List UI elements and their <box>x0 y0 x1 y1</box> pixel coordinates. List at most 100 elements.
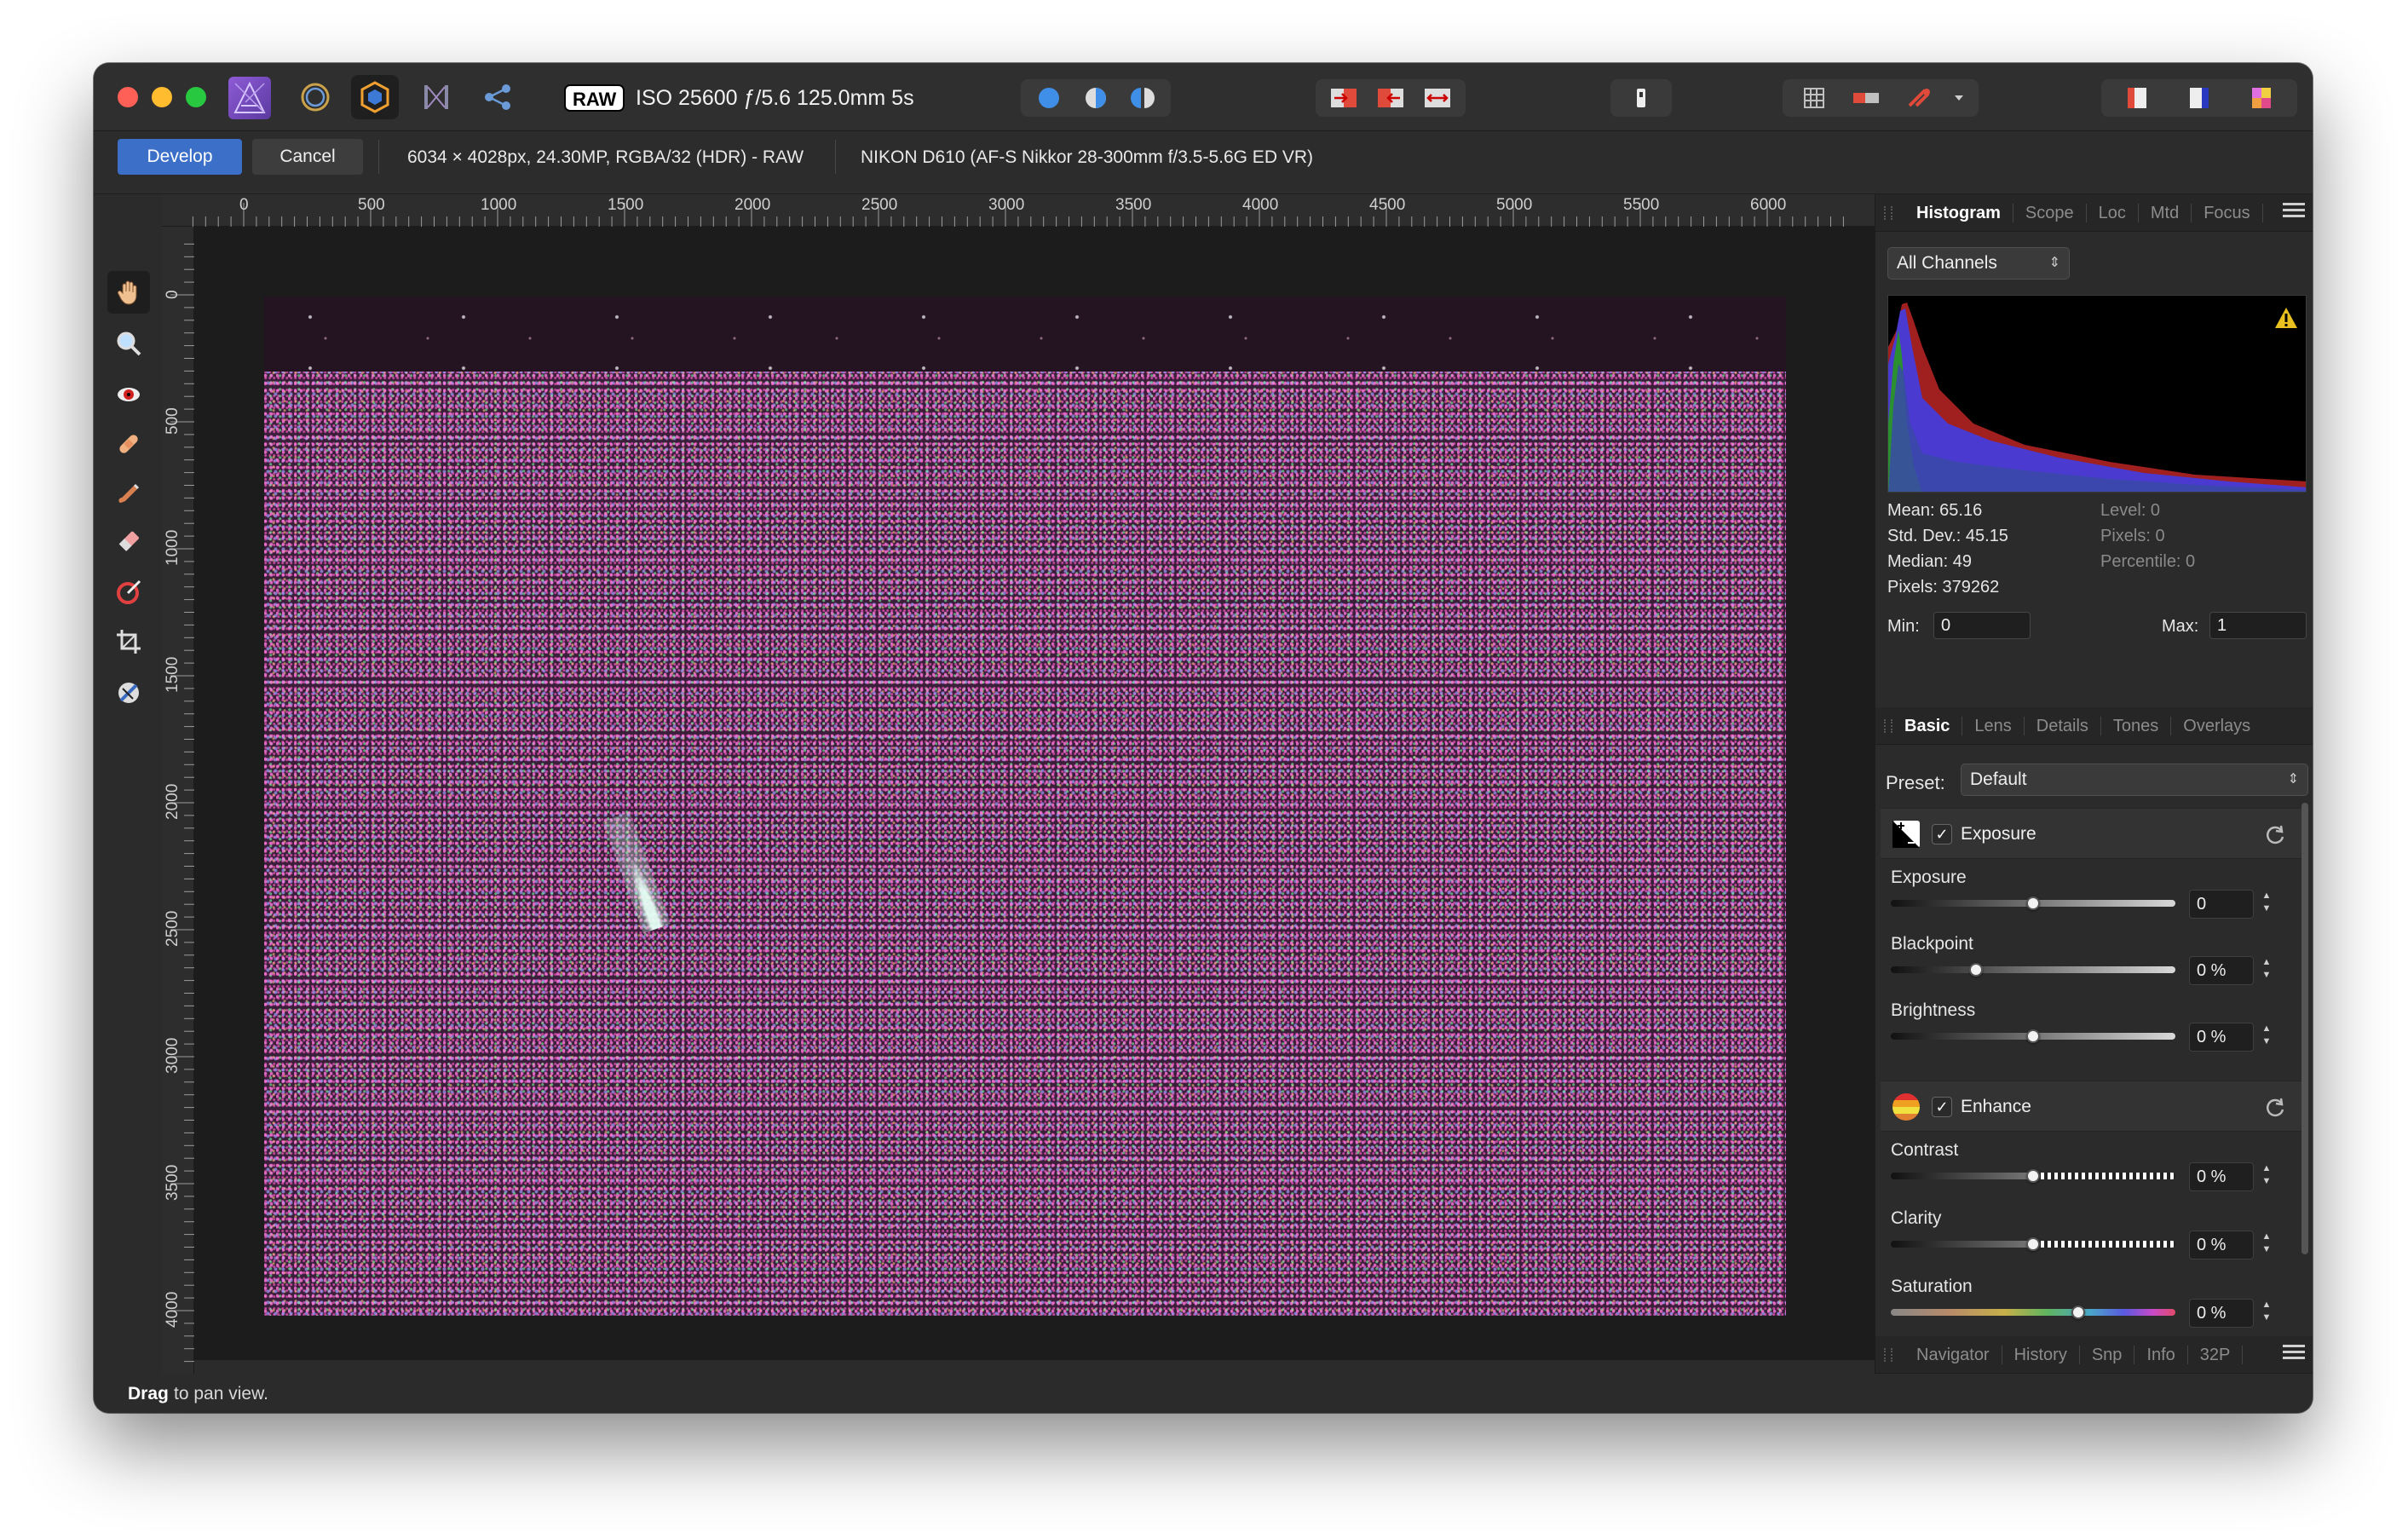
enhance-enable-checkbox[interactable]: ✓ <box>1932 1097 1952 1117</box>
adjustment-slider-thumb[interactable] <box>2071 1306 2086 1319</box>
tab-histogram[interactable]: Histogram <box>1904 203 2013 222</box>
colour-studio-icon[interactable] <box>2239 81 2284 115</box>
comet-highlight <box>602 811 671 934</box>
adjustment-slider-thumb[interactable] <box>2026 1169 2040 1183</box>
tab-lens[interactable]: Lens <box>1962 716 2025 735</box>
stepper-arrows-icon[interactable]: ▲▼ <box>2261 890 2273 919</box>
minimize-window-button[interactable] <box>152 87 172 107</box>
stepper-arrows-icon[interactable]: ▲▼ <box>2261 1231 2273 1259</box>
copy-right-icon[interactable] <box>1322 81 1366 115</box>
swap-sides-icon[interactable] <box>1415 81 1460 115</box>
zoom-window-button[interactable] <box>186 87 206 107</box>
adjustment-slider-thumb[interactable] <box>2026 896 2040 910</box>
highlights-clip-icon[interactable] <box>1897 81 1941 115</box>
chevron-down-icon[interactable] <box>1949 81 1969 115</box>
adjustment-slider-track[interactable] <box>1891 966 2175 973</box>
max-input[interactable]: 1 <box>2209 612 2307 639</box>
exposure-enable-checkbox[interactable]: ✓ <box>1932 824 1952 844</box>
reset-icon[interactable] <box>2264 1097 2286 1123</box>
enhance-group-title: Enhance <box>1961 1097 2031 1116</box>
overlay-paint-brush-icon[interactable] <box>107 472 150 515</box>
view-tool-hand-icon[interactable] <box>107 271 150 314</box>
channel-select[interactable]: All Channels ⇕ <box>1887 247 2070 280</box>
zoom-tool-magnifier-icon[interactable] <box>107 322 150 365</box>
canvas-area[interactable] <box>194 227 1875 1360</box>
export-persona-icon[interactable] <box>474 75 521 119</box>
adjustment-slider-thumb[interactable] <box>2026 1029 2040 1043</box>
panel-scrollbar[interactable] <box>2301 803 2308 1254</box>
develop-button[interactable]: Develop <box>118 139 242 175</box>
single-view-icon[interactable] <box>1027 81 1071 115</box>
red-eye-tool-icon[interactable] <box>107 373 150 416</box>
tab-scope[interactable]: Scope <box>2013 203 2087 222</box>
crop-tool-icon[interactable] <box>107 620 150 663</box>
tab-overlays[interactable]: Overlays <box>2171 717 2262 735</box>
overlay-gradient-icon[interactable] <box>107 571 150 614</box>
panel-grip[interactable] <box>1884 206 1892 220</box>
stepper-arrows-icon[interactable]: ▲▼ <box>2261 1162 2273 1191</box>
enhance-group-header[interactable]: ✓ Enhance <box>1881 1081 2301 1132</box>
adjustment-slider-track[interactable] <box>1891 1309 2175 1316</box>
adjustment-value-field[interactable]: 0 % <box>2189 1162 2254 1191</box>
photo-persona-icon[interactable] <box>291 75 339 119</box>
preset-select[interactable]: Default ⇕ <box>1961 764 2308 796</box>
adjustment-slider-thumb[interactable] <box>2026 1237 2040 1251</box>
tab-basic[interactable]: Basic <box>1904 716 1963 735</box>
adjustment-value-field[interactable]: 0 % <box>2189 1299 2254 1328</box>
copy-left-icon[interactable] <box>1368 81 1413 115</box>
panel-menu-icon[interactable] <box>2283 1345 2305 1362</box>
vertical-ruler[interactable]: 0 500 1000 1500 2000 2500 3000 3500 4000 <box>162 227 194 1413</box>
tab-info[interactable]: Info <box>2134 1345 2188 1364</box>
clipping-warning-icon[interactable] <box>1619 81 1663 115</box>
adjustment-value-field[interactable]: 0 % <box>2189 956 2254 985</box>
right-studio-icon[interactable] <box>2177 81 2221 115</box>
split-view-icon[interactable] <box>1074 81 1118 115</box>
raw-photo[interactable] <box>264 297 1786 1316</box>
tab-navigator[interactable]: Navigator <box>1904 1345 2002 1364</box>
tab-history[interactable]: History <box>2002 1345 2080 1364</box>
overlay-erase-icon[interactable] <box>107 522 150 564</box>
histogram-pixels: Pixels: 379262 <box>1887 578 2000 597</box>
histogram-level: Level: 0 <box>2100 501 2161 520</box>
close-window-button[interactable] <box>118 87 138 107</box>
stepper-arrows-icon[interactable]: ▲▼ <box>2261 1023 2273 1052</box>
develop-persona-icon[interactable] <box>351 75 399 119</box>
panel-menu-icon[interactable] <box>2283 203 2305 220</box>
adjustment-label: Contrast <box>1891 1140 1959 1160</box>
flash-group <box>1610 79 1672 117</box>
cancel-button[interactable]: Cancel <box>252 139 363 175</box>
warning-triangle-icon[interactable] <box>2273 306 2299 334</box>
panel-grip[interactable] <box>1884 719 1892 733</box>
tab-mtd[interactable]: Mtd <box>2139 203 2192 222</box>
histogram-mean: Mean: 65.16 <box>1887 501 1983 520</box>
adjustment-value-field[interactable]: 0 % <box>2189 1231 2254 1259</box>
adjustment-slider-thumb[interactable] <box>1969 963 1984 977</box>
blemish-tool-bandage-icon[interactable] <box>107 423 150 465</box>
tab-focus[interactable]: Focus <box>2192 203 2263 222</box>
tab-loc[interactable]: Loc <box>2087 203 2139 222</box>
reset-icon[interactable] <box>2264 824 2286 850</box>
mirror-view-icon[interactable] <box>1120 81 1165 115</box>
panel-grip[interactable] <box>1884 1348 1892 1362</box>
exposure-group-header[interactable]: ✓ Exposure <box>1881 808 2301 859</box>
grid-overlay-icon[interactable] <box>1792 81 1836 115</box>
tab-details[interactable]: Details <box>2025 716 2101 735</box>
tone-mapping-persona-icon[interactable] <box>412 75 460 119</box>
min-input[interactable]: 0 <box>1933 612 2031 639</box>
context-divider <box>835 140 836 174</box>
affinity-photo-window: RAW ISO 25600 ƒ/5.6 125.0mm 5s Develop C… <box>94 63 2313 1413</box>
tab-tones[interactable]: Tones <box>2101 716 2172 735</box>
stepper-arrows-icon[interactable]: ▲▼ <box>2261 1299 2273 1328</box>
horizontal-ruler[interactable]: 0 500 1000 1500 2000 2500 3000 3500 4000 4500 5000… <box>162 194 1875 227</box>
tab-32p[interactable]: 32P <box>2188 1345 2244 1364</box>
stepper-arrows-icon[interactable]: ▲▼ <box>2261 956 2273 985</box>
adjustment-value-field[interactable]: 0 <box>2189 890 2254 919</box>
left-studio-icon[interactable] <box>2115 81 2159 115</box>
white-balance-picker-icon[interactable] <box>107 672 150 714</box>
affinity-photo-logo-icon[interactable] <box>228 77 271 119</box>
adjustment-value-field[interactable]: 0 % <box>2189 1023 2254 1052</box>
tab-snapshots[interactable]: Snp <box>2080 1345 2135 1364</box>
enhance-group-icon <box>1892 1093 1920 1121</box>
histogram-graph[interactable] <box>1887 295 2307 493</box>
shadows-clip-icon[interactable] <box>1844 81 1888 115</box>
